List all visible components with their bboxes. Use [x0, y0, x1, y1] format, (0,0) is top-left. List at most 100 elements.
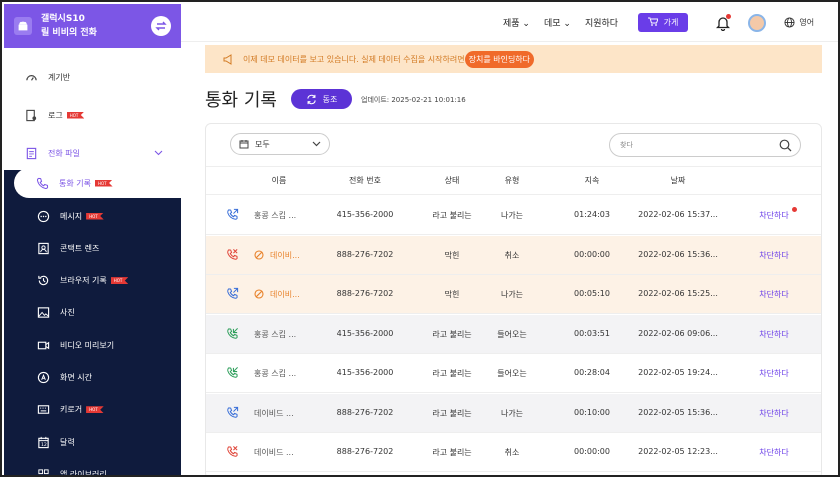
call-date: 2022-02-06 15:25... — [638, 289, 718, 298]
sidebar-item-label: 키로거 — [60, 405, 83, 415]
block-button[interactable]: 차단하다 — [759, 329, 788, 340]
sidebar-item-contacts[interactable]: 콘택트 렌즈 — [4, 233, 181, 263]
calendar-icon — [239, 140, 249, 149]
sidebar-item-keylogger[interactable]: 키로거 HOT — [4, 395, 181, 425]
avatar[interactable] — [748, 13, 767, 32]
call-date: 2022-02-05 15:36... — [638, 407, 718, 417]
call-date: 2022-02-06 15:36... — [638, 249, 718, 259]
block-button[interactable]: 차단하다 — [759, 210, 788, 221]
contact-name: 데이비... — [254, 249, 300, 262]
contact-name-text: 데이비... — [270, 290, 300, 299]
date-filter-select[interactable]: 모두 — [230, 133, 330, 155]
product-menu[interactable]: 제품 ⌄ — [503, 16, 530, 29]
sidebar-item-calendar[interactable]: 12 달력 — [4, 427, 181, 457]
switch-device-icon[interactable] — [151, 16, 171, 36]
bind-device-link[interactable]: 장치를 바인딩하다 — [464, 50, 535, 68]
contact-name-text: 데이비... — [270, 250, 300, 260]
history-icon — [36, 274, 50, 288]
call-status: 라고 불리는 — [432, 329, 472, 339]
sidebar: 갤럭시S10 릴 비비의 전화 계기반 로그 HOT 전화 파일 통화 기록 HOT … — [4, 4, 181, 475]
column-header[interactable]: 지속 — [585, 175, 600, 186]
buy-button[interactable]: 가게 — [638, 13, 689, 32]
sidebar-item-app-library[interactable]: 앱 라이브러리 — [4, 459, 181, 475]
table-row[interactable]: 데이비... 888-276-7202 막힌 취소 00:00:00 2022-02-06… — [206, 235, 821, 275]
banner-text: 이제 데모 데이터를 보고 있습니다. 실제 데이터 수집을 시작하려면 — [243, 54, 465, 64]
table-row[interactable]: 데이비드 ... 888-276-7202 라고 불리는 취소 00:00:00 2022… — [206, 433, 821, 472]
log-icon — [24, 108, 38, 122]
contacts-icon — [36, 241, 50, 255]
table-row[interactable]: 데이비드 ... 888-276-7202 라고 불리는 나가는 00:10:00 202… — [206, 393, 821, 433]
hot-badge: HOT — [86, 406, 104, 414]
sidebar-item-messages[interactable]: 메시지 HOT — [4, 201, 181, 231]
block-button[interactable]: 차단하다 — [759, 447, 788, 458]
sidebar-item-label: 비디오 미리보기 — [60, 340, 115, 350]
contact-name: 홍콩 스킵 ... — [254, 210, 296, 221]
phone-file-icon — [24, 146, 38, 160]
bell-icon[interactable] — [716, 13, 732, 31]
outgoing-call-icon — [226, 208, 239, 221]
hot-badge: HOT — [110, 277, 129, 285]
block-button[interactable]: 차단하다 — [759, 408, 788, 419]
sidebar-item-browser-history[interactable]: 브라우저 기록 HOT — [4, 266, 181, 296]
nav-menu: 계기반 로그 HOT 전화 파일 통화 기록 HOT 메시지 HOT 콘택트 렌즈 브라우저… — [4, 48, 181, 475]
contact-name-text: 홍콩 스킵 ... — [254, 329, 297, 339]
message-icon — [36, 209, 50, 223]
dashboard-icon — [24, 70, 38, 84]
language-selector[interactable]: 영어 — [784, 17, 814, 28]
call-duration: 00:00:00 — [574, 249, 610, 259]
globe-icon — [784, 17, 795, 28]
demo-menu[interactable]: 데모 ⌄ — [544, 16, 571, 29]
sidebar-item-phone-file[interactable]: 전화 파일 — [4, 138, 181, 168]
support-link[interactable]: 지원하다 — [585, 16, 618, 29]
table-row[interactable]: 홍콩 스킵 ... 415-356-2000 라고 불리는 나가는 01:24:03 20… — [206, 196, 821, 235]
sidebar-item-photos[interactable]: 사진 — [4, 298, 181, 328]
sidebar-item-label: 계기반 — [48, 72, 71, 82]
block-button[interactable]: 차단하다 — [759, 289, 788, 300]
table-header: 이름 전화 번호 상태 유형 지속 날짜 — [206, 166, 821, 195]
column-header[interactable]: 유형 — [505, 175, 520, 186]
cart-icon — [648, 17, 659, 26]
sidebar-item-label: 달력 — [60, 437, 75, 447]
sync-button[interactable]: 동조 — [291, 89, 352, 109]
sync-icon — [306, 94, 316, 104]
call-status: 라고 불리는 — [432, 369, 472, 378]
hot-badge: HOT — [66, 111, 85, 119]
phone-icon — [36, 177, 49, 190]
column-header[interactable]: 이름 — [272, 175, 287, 186]
blocked-icon — [254, 289, 264, 301]
sidebar-item-log[interactable]: 로그 HOT — [4, 100, 181, 130]
column-header[interactable]: 전화 번호 — [349, 175, 381, 186]
call-duration: 00:05:10 — [574, 289, 610, 298]
incoming-call-icon — [226, 327, 239, 340]
sidebar-item-video-preview[interactable]: 비디오 미리보기 — [4, 330, 181, 360]
sidebar-item-screen-time[interactable]: 화면 시간 — [4, 363, 181, 393]
app-library-icon — [36, 467, 50, 475]
sidebar-item-label: 전화 파일 — [48, 148, 80, 158]
screen-time-icon — [36, 371, 50, 385]
column-header[interactable]: 상태 — [445, 175, 460, 186]
sidebar-item-label: 사진 — [60, 308, 75, 318]
block-button[interactable]: 차단하다 — [759, 368, 788, 379]
hot-badge: HOT — [94, 179, 113, 187]
sidebar-item-dashboard[interactable]: 계기반 — [4, 62, 181, 92]
call-type: 나가는 — [500, 211, 524, 220]
search-icon[interactable] — [779, 139, 792, 152]
call-type: 들어오는 — [497, 329, 527, 339]
notification-dot — [792, 207, 797, 212]
table-row[interactable]: 홍콩 스킵 ... 415-356-2000 라고 불리는 들어오는 00:03:51 2… — [206, 314, 821, 354]
incoming-call-icon — [226, 366, 239, 379]
device-header[interactable]: 갤럭시S10 릴 비비의 전화 — [4, 4, 181, 48]
column-header[interactable]: 날짜 — [671, 175, 686, 186]
video-icon — [36, 338, 50, 352]
sidebar-item-call-log[interactable]: 통화 기록 HOT — [14, 168, 181, 198]
top-bar: 제품 ⌄ 데모 ⌄ 지원하다 가게 영어 — [181, 4, 838, 42]
block-button[interactable]: 차단하다 — [759, 250, 788, 261]
sidebar-item-label: 브라우저 기록 — [60, 276, 107, 286]
table-row[interactable]: 홍콩 스킵 ... 415-356-2000 라고 불리는 들어오는 00:28:04 2… — [206, 354, 821, 393]
search-input[interactable]: 찾다 — [609, 133, 801, 157]
table-row[interactable]: 데이비... 888-276-7202 막힌 나가는 00:05:10 2022-02-0… — [206, 275, 821, 314]
contact-name: 데이비드 ... — [254, 408, 294, 419]
chevron-up-icon[interactable] — [154, 149, 163, 158]
contact-name: 데이비... — [254, 289, 300, 301]
phone-number: 415-356-2000 — [336, 328, 394, 338]
